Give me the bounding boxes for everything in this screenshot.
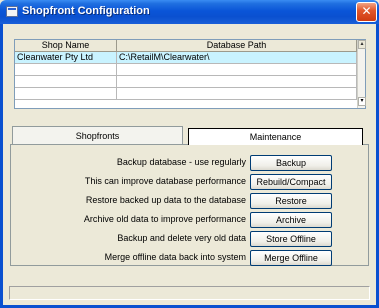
store-offline-description: Backup and delete very old data <box>117 233 246 243</box>
action-row-archive: Archive old data to improve performance … <box>11 212 370 228</box>
archive-description: Archive old data to improve performance <box>83 214 246 224</box>
title-bar[interactable]: Shopfront Configuration ✕ <box>0 0 379 24</box>
scroll-down-icon[interactable]: ▾ <box>358 97 366 106</box>
rebuild-description: This can improve database performance <box>84 176 246 186</box>
shop-grid[interactable]: Shop Name Database Path Cleanwater Pty L… <box>14 39 366 109</box>
cell-shop-name[interactable]: Cleanwater Pty Ltd <box>15 52 117 63</box>
restore-description: Restore backed up data to the database <box>85 195 246 205</box>
action-row-rebuild: This can improve database performance Re… <box>11 174 370 190</box>
cell-shop-name[interactable] <box>15 64 117 75</box>
column-header-shop-name[interactable]: Shop Name <box>15 40 117 52</box>
merge-offline-description: Merge offline data back into system <box>104 252 246 262</box>
grid-header: Shop Name Database Path <box>15 40 357 52</box>
cell-shop-name[interactable] <box>15 88 117 99</box>
backup-description: Backup database - use regularly <box>116 157 246 167</box>
window-app-icon <box>6 6 18 17</box>
maintenance-panel: Backup database - use regularly Backup T… <box>10 144 369 266</box>
table-row[interactable] <box>15 88 357 100</box>
cell-database-path[interactable]: C:\RetailM\Clearwater\ <box>117 52 357 63</box>
action-row-restore: Restore backed up data to the database R… <box>11 193 370 209</box>
close-button[interactable]: ✕ <box>356 2 377 22</box>
cell-database-path[interactable] <box>117 76 357 87</box>
action-row-store-offline: Backup and delete very old data Store Of… <box>11 231 370 247</box>
store-offline-button[interactable]: Store Offline <box>250 231 332 247</box>
table-row[interactable] <box>15 64 357 76</box>
window-title: Shopfront Configuration <box>22 5 150 17</box>
action-row-backup: Backup database - use regularly Backup <box>11 155 370 171</box>
grid-scrollbar[interactable]: ▴ ▾ <box>357 40 366 108</box>
backup-button[interactable]: Backup <box>250 155 332 171</box>
cell-shop-name[interactable] <box>15 76 117 87</box>
cell-database-path[interactable] <box>117 64 357 75</box>
tab-control: Shopfronts Backup database - use regular… <box>10 126 369 266</box>
tab-shopfronts[interactable]: Shopfronts <box>12 126 183 145</box>
column-header-database-path[interactable]: Database Path <box>117 40 357 52</box>
status-bar <box>9 286 370 300</box>
cell-database-path[interactable] <box>117 88 357 99</box>
grid-rows: Cleanwater Pty Ltd C:\RetailM\Clearwater… <box>15 52 357 100</box>
table-row[interactable] <box>15 76 357 88</box>
tab-maintenance[interactable]: Maintenance <box>188 128 363 145</box>
table-row[interactable]: Cleanwater Pty Ltd C:\RetailM\Clearwater… <box>15 52 357 64</box>
action-row-merge-offline: Merge offline data back into system Merg… <box>11 250 370 266</box>
archive-button[interactable]: Archive <box>250 212 332 228</box>
restore-button[interactable]: Restore <box>250 193 332 209</box>
merge-offline-button[interactable]: Merge Offline <box>250 250 332 266</box>
scroll-up-icon[interactable]: ▴ <box>358 40 366 49</box>
rebuild-compact-button[interactable]: Rebuild/Compact <box>250 174 332 190</box>
